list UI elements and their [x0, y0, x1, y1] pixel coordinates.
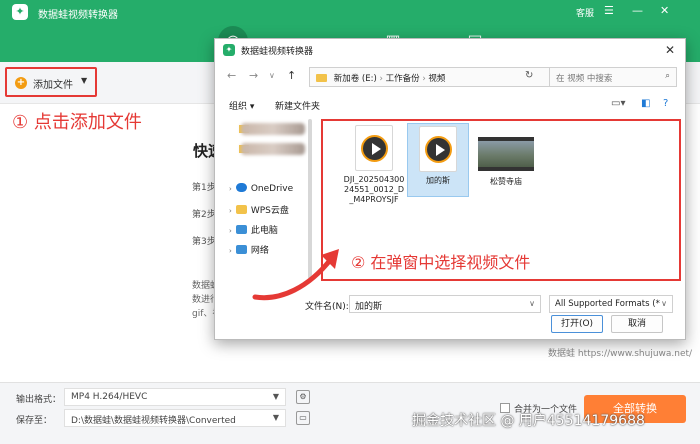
save-label: 保存至： [16, 416, 53, 426]
cloud-icon [235, 183, 247, 192]
filename-value: 加的斯 [355, 302, 383, 312]
format-label: 输出格式： [16, 395, 62, 405]
file-name: 加的斯 [426, 176, 450, 185]
filename-input[interactable]: 加的斯 ∨ [349, 295, 541, 313]
file-name: DJI_20250430024551_0012_D_M4PROYSJF [343, 175, 405, 204]
app-icon: ✦ [223, 44, 235, 56]
format-settings-icon[interactable]: ⚙ [296, 390, 310, 404]
forward-icon[interactable]: → [249, 69, 258, 82]
breadcrumb-video[interactable]: 视频 [428, 74, 445, 84]
site-watermark: 数据蛙 https://www.shujuwa.net/ [548, 349, 693, 359]
blurred-folder[interactable] [241, 143, 305, 155]
cancel-button[interactable]: 取消 [611, 315, 663, 333]
footer-watermark: 掘金技术社区 @ 用户45514179688 [412, 413, 645, 429]
dialog-titlebar: ✦ 数据蛙视频转换器 ✕ [215, 39, 685, 61]
file-item[interactable]: 松赞寺庙 [475, 123, 537, 187]
chevron-down-icon: ▼ [272, 392, 279, 401]
chevron-down-icon[interactable]: ▼ [81, 76, 87, 85]
file-item[interactable]: DJI_20250430024551_0012_D_M4PROYSJF [343, 123, 405, 205]
minimize-icon[interactable]: — [632, 4, 643, 17]
help-icon[interactable]: ? [663, 98, 668, 109]
service-button[interactable]: 客服 [576, 6, 594, 19]
dialog-title: 数据蛙视频转换器 [241, 47, 314, 57]
step1-annotation: ① 点击添加文件 [12, 112, 142, 133]
computer-icon [235, 225, 247, 234]
open-button[interactable]: 打开(O) [551, 315, 603, 333]
filetype-select[interactable]: All Supported Formats (* ∨ [549, 295, 673, 313]
format-select[interactable]: MP4 H.264/HEVC ▼ [64, 388, 286, 406]
file-list: DJI_20250430024551_0012_D_M4PROYSJF 加的斯 … [321, 119, 681, 281]
chevron-down-icon: ▼ [272, 413, 279, 422]
filename-row: 文件名(N): 加的斯 ∨ All Supported Formats (* ∨ [215, 293, 685, 315]
filetype-value: All Supported Formats (* [555, 299, 660, 309]
add-file-label: 添加文件 [33, 80, 73, 91]
new-folder-button[interactable]: 新建文件夹 [275, 99, 320, 112]
up-icon[interactable]: ↑ [287, 69, 296, 82]
view-icon[interactable]: ▭▾ [611, 98, 625, 109]
app-logo: ✦ [12, 4, 28, 20]
video-file-icon [355, 125, 393, 171]
close-icon[interactable]: ✕ [660, 4, 669, 17]
file-open-dialog: ✦ 数据蛙视频转换器 ✕ ← → ∨ ↑ 新加卷 (E:) › 工作备份 › 视… [214, 38, 686, 340]
chevron-down-icon[interactable]: ∨ [269, 71, 275, 80]
close-icon[interactable]: ✕ [665, 43, 675, 57]
file-name: 松赞寺庙 [490, 177, 522, 186]
video-thumbnail [478, 137, 534, 171]
chevron-down-icon: ∨ [661, 299, 667, 308]
menu-icon[interactable]: ☰ [604, 4, 614, 17]
preview-pane-icon[interactable]: ◧ [641, 98, 650, 109]
save-path-value: D:\数据蛙\数据蛙视频转换器\Converted [71, 416, 236, 426]
search-icon: ⌕ [665, 71, 670, 81]
add-file-button[interactable]: + 添加文件 ▼ [5, 67, 97, 97]
refresh-icon[interactable]: ↻ [525, 70, 533, 81]
app-title: 数据蛙视频转换器 [38, 10, 118, 21]
search-input[interactable]: 在 视频 中搜索 ⌕ [549, 67, 677, 87]
address-row: ← → ∨ ↑ 新加卷 (E:) › 工作备份 › 视频 ↻ 在 视频 中搜索 … [215, 63, 685, 91]
address-bar[interactable]: 新加卷 (E:) › 工作备份 › 视频 [309, 67, 581, 87]
plus-icon: + [15, 77, 27, 89]
format-value: MP4 H.264/HEVC [71, 392, 148, 402]
search-placeholder: 在 视频 中搜索 [556, 74, 613, 84]
command-bar: 组织 ▾ 新建文件夹 ▭▾ ◧ ? [215, 93, 685, 117]
folder-icon [235, 205, 247, 214]
organize-button[interactable]: 组织 ▾ [229, 99, 254, 112]
breadcrumb-drive[interactable]: 新加卷 (E:) [334, 74, 377, 84]
file-item-selected[interactable]: 加的斯 [407, 123, 469, 197]
save-path-select[interactable]: D:\数据蛙\数据蛙视频转换器\Converted ▼ [64, 409, 286, 427]
nav-onedrive[interactable]: › OneDrive [229, 183, 293, 194]
video-file-icon [419, 126, 457, 172]
folder-icon[interactable]: ▭ [296, 411, 310, 425]
step2-annotation: ② 在弹窗中选择视频文件 [351, 253, 531, 272]
back-icon[interactable]: ← [227, 69, 236, 82]
network-icon [235, 245, 247, 254]
blurred-folder[interactable] [241, 123, 305, 135]
nav-wps-cloud[interactable]: › WPS云盘 [229, 203, 289, 216]
chevron-down-icon[interactable]: ∨ [529, 299, 535, 308]
breadcrumb-backup[interactable]: 工作备份 [386, 74, 420, 84]
filename-label: 文件名(N): [305, 302, 349, 312]
folder-icon [316, 74, 327, 82]
